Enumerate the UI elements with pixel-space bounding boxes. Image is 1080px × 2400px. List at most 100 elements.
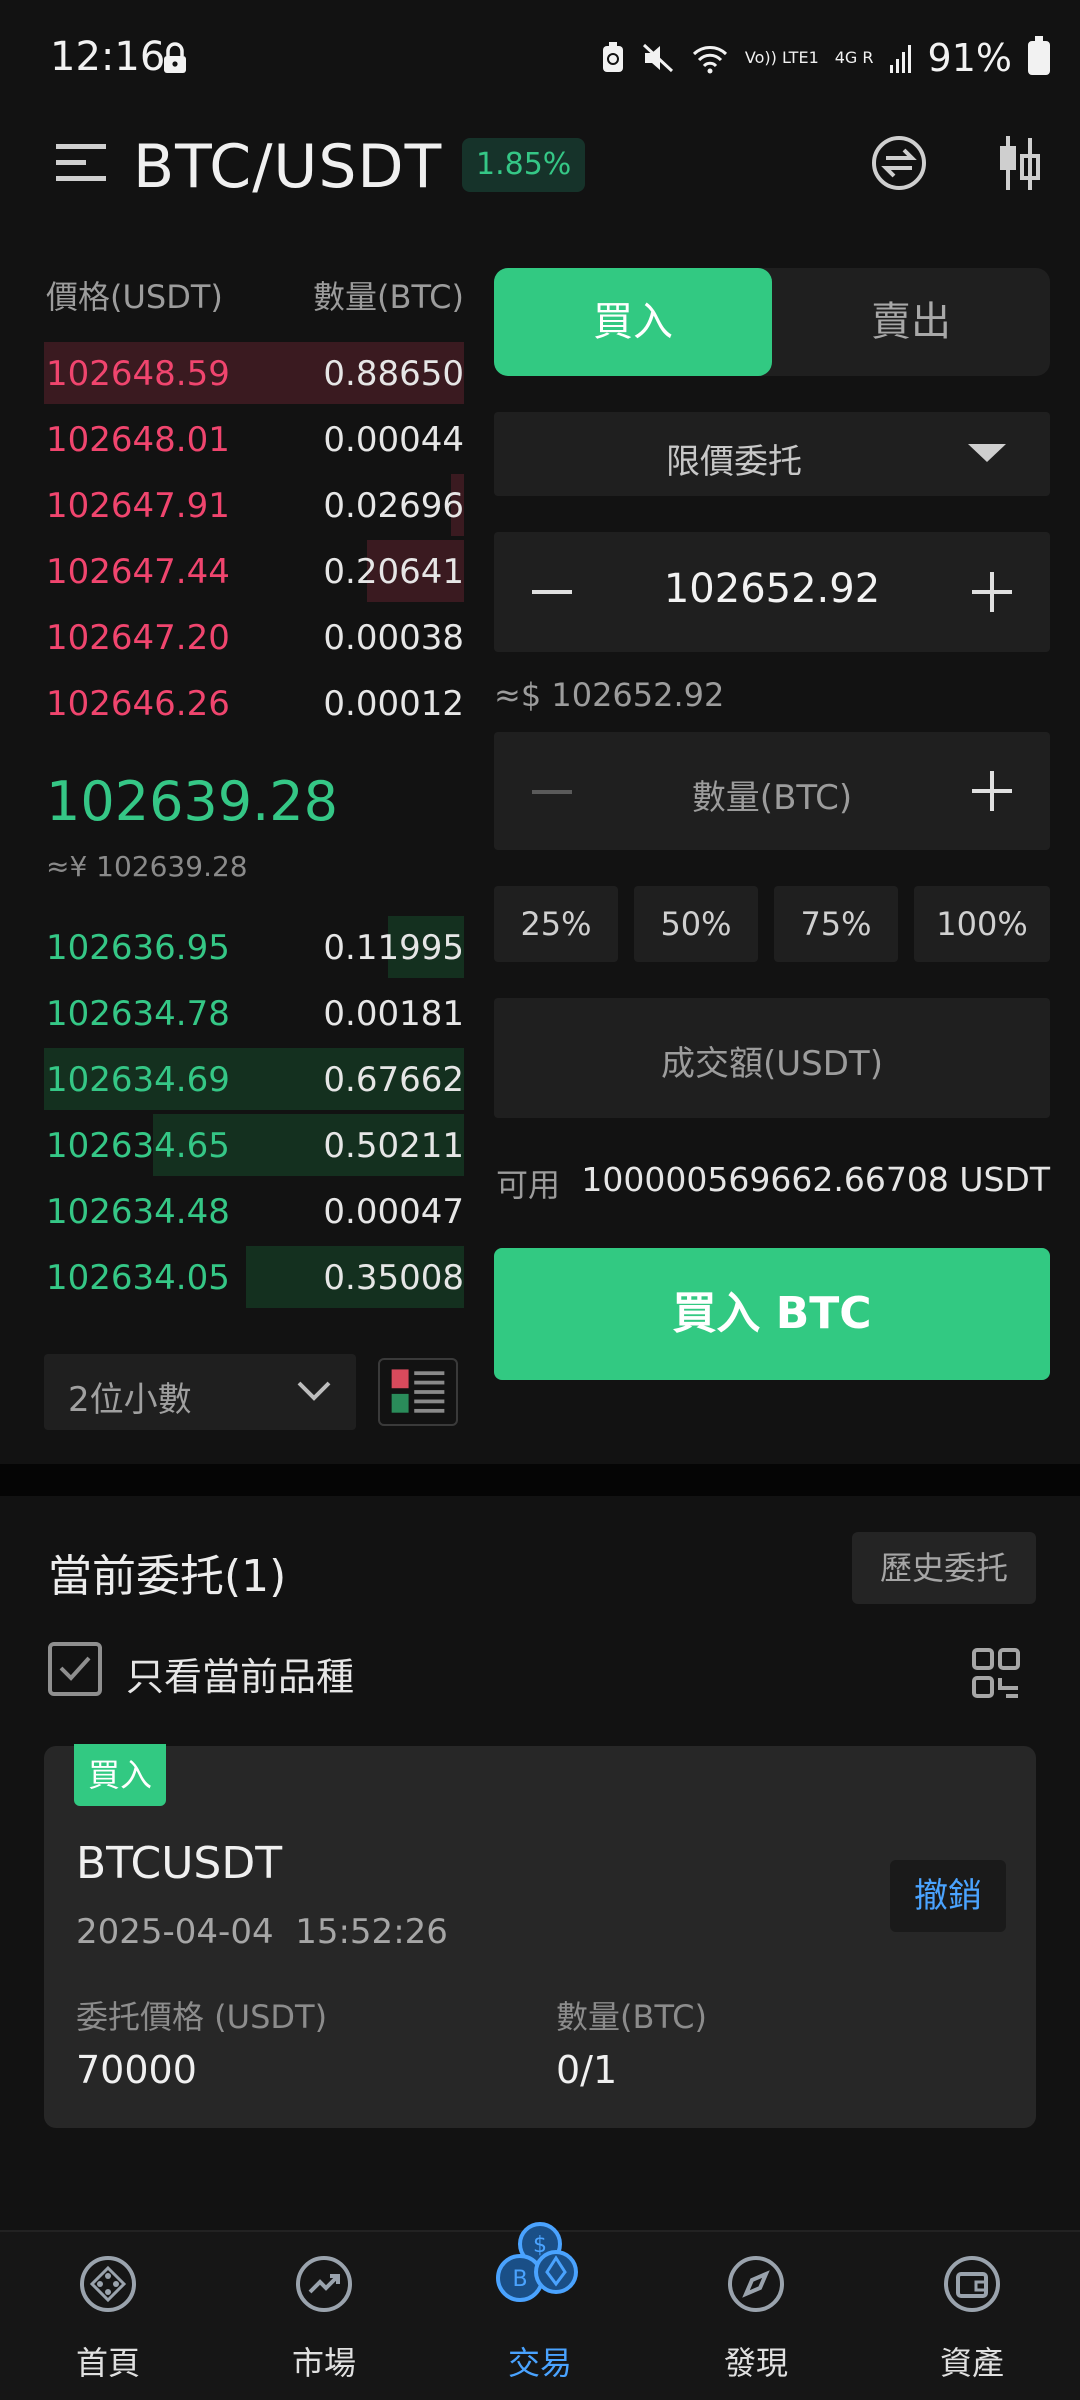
order-price-value: 70000: [76, 2048, 197, 2092]
candlestick-chart-icon[interactable]: [994, 134, 1044, 192]
ask-qty: 0.00038: [323, 618, 464, 658]
nav-market-label: 市場: [291, 2344, 356, 2382]
menu-icon[interactable]: [54, 140, 108, 186]
bid-qty: 0.35008: [323, 1258, 464, 1298]
bid-row[interactable]: 102634.65 0.50211: [44, 1114, 464, 1176]
order-type-select[interactable]: 限價委托: [494, 412, 1050, 496]
tab-buy[interactable]: 買入: [494, 268, 772, 376]
bid-price: 102634.48: [46, 1192, 230, 1232]
ask-price: 102648.59: [46, 354, 230, 394]
bid-row[interactable]: 102634.69 0.67662: [44, 1048, 464, 1110]
bid-row[interactable]: 102634.48 0.00047: [44, 1180, 464, 1242]
order-history-button[interactable]: 歷史委托: [852, 1532, 1036, 1604]
available-label: 可用: [496, 1166, 561, 1204]
percent-75-button[interactable]: 75%: [774, 886, 898, 962]
ask-qty: 0.20641: [323, 552, 464, 592]
side-tabs: 買入 賣出: [494, 268, 1050, 376]
svg-text:B: B: [512, 2267, 527, 2292]
ask-price: 102647.20: [46, 618, 230, 658]
cancel-order-button[interactable]: 撤銷: [890, 1860, 1006, 1932]
wallet-icon: [944, 2256, 1000, 2312]
nav-trade[interactable]: $ B 交易: [432, 2222, 648, 2400]
percent-100-button[interactable]: 100%: [914, 886, 1050, 962]
order-datetime: 2025-04-04 15:52:26: [76, 1912, 448, 1952]
section-divider: [0, 1464, 1080, 1496]
decimals-select[interactable]: 2位小數: [44, 1354, 356, 1430]
trade-icon: $ B: [496, 2222, 578, 2302]
bid-row[interactable]: 102634.05 0.35008: [44, 1246, 464, 1308]
total-input[interactable]: 成交額(USDT): [494, 998, 1050, 1118]
quantity-increase-button[interactable]: [972, 771, 1012, 811]
ask-row[interactable]: 102648.59 0.88650: [44, 342, 464, 404]
bid-price: 102634.69: [46, 1060, 230, 1100]
wifi-icon: [692, 46, 727, 74]
ask-qty: 0.00044: [323, 420, 464, 460]
checkmark-icon: [59, 1656, 91, 1681]
nav-trade-label: 交易: [507, 2344, 572, 2382]
price-increase-button[interactable]: [972, 572, 1012, 612]
pair-title[interactable]: BTC/USDT: [133, 132, 442, 202]
bid-qty: 0.00181: [323, 994, 464, 1034]
ask-row[interactable]: 102648.01 0.00044: [44, 408, 464, 470]
ask-row[interactable]: 102646.26 0.00012: [44, 672, 464, 734]
order-card: 買入 BTCUSDT 2025-04-04 15:52:26 撤銷 委托價格 (…: [44, 1744, 1036, 2128]
nav-discover[interactable]: 發現: [648, 2232, 864, 2400]
only-current-checkbox[interactable]: [48, 1642, 102, 1696]
mute-icon: [642, 43, 673, 73]
nav-home[interactable]: 首頁: [0, 2232, 216, 2400]
ask-row[interactable]: 102647.91 0.02696: [44, 474, 464, 536]
market-icon: [296, 2256, 352, 2312]
change-badge: 1.85%: [462, 138, 586, 192]
bid-row[interactable]: 102634.78 0.00181: [44, 982, 464, 1044]
percent-50-button[interactable]: 50%: [634, 886, 758, 962]
swap-icon[interactable]: [870, 134, 928, 192]
nav-assets-label: 資產: [939, 2344, 1004, 2382]
bid-price: 102636.95: [46, 928, 230, 968]
bid-price: 102634.78: [46, 994, 230, 1034]
percent-25-button[interactable]: 25%: [494, 886, 618, 962]
nav-market[interactable]: 市場: [216, 2232, 432, 2400]
bid-price: 102634.65: [46, 1126, 230, 1166]
price-stepper[interactable]: 102652.92: [494, 532, 1050, 652]
battery-percent: 91%: [927, 36, 1012, 80]
tab-sell[interactable]: 賣出: [772, 268, 1050, 376]
decimals-value: 2位小數: [68, 1380, 192, 1420]
chevron-down-icon: [297, 1381, 331, 1401]
order-symbol: BTCUSDT: [76, 1838, 283, 1889]
discover-icon: [728, 2256, 784, 2312]
nav-discover-label: 發現: [723, 2344, 788, 2382]
home-icon: [80, 2256, 136, 2312]
ask-row[interactable]: 102647.44 0.20641: [44, 540, 464, 602]
order-qty-value: 0/1: [556, 2048, 618, 2092]
total-placeholder: 成交額(USDT): [661, 1044, 883, 1084]
scan-icon[interactable]: [972, 1648, 1020, 1700]
buy-btc-button[interactable]: 買入 BTC: [494, 1248, 1050, 1380]
dropdown-arrow-icon: [968, 444, 1006, 462]
nav-assets[interactable]: 資產: [864, 2232, 1080, 2400]
qty-column-header: 數量(BTC): [313, 278, 464, 316]
quantity-stepper[interactable]: 數量(BTC): [494, 732, 1050, 850]
status-bar: 12:16 Vo)) LTE1 4G R 91%: [0, 0, 1080, 120]
last-price-approx: ≈¥ 102639.28: [46, 850, 248, 883]
only-current-label[interactable]: 只看當前品種: [126, 1646, 354, 1701]
clock: 12:16: [50, 34, 166, 80]
bottom-nav: 首頁 市場 $ B 交易 發現 資產: [0, 2222, 1080, 2400]
bid-qty: 0.67662: [323, 1060, 464, 1100]
quantity-input[interactable]: 數量(BTC): [494, 770, 1050, 819]
order-side-badge: 買入: [74, 1744, 166, 1806]
order-type-value: 限價委托: [666, 442, 802, 482]
ask-row[interactable]: 102647.20 0.00038: [44, 606, 464, 668]
ask-qty: 0.00012: [323, 684, 464, 724]
price-approx: ≈$ 102652.92: [494, 676, 725, 714]
nav-home-label: 首頁: [75, 2344, 140, 2382]
last-price: 102639.28: [46, 770, 339, 833]
ask-qty: 0.88650: [323, 354, 464, 394]
price-column-header: 價格(USDT): [46, 278, 223, 316]
bid-qty: 0.50211: [323, 1126, 464, 1166]
current-orders-title: 當前委托(1): [48, 1551, 287, 1602]
bid-price: 102634.05: [46, 1258, 230, 1298]
bid-row[interactable]: 102636.95 0.11995: [44, 916, 464, 978]
order-book-layout-icon[interactable]: [378, 1358, 458, 1426]
network-indicator: 4G R: [834, 48, 874, 67]
price-input[interactable]: 102652.92: [494, 566, 1050, 612]
